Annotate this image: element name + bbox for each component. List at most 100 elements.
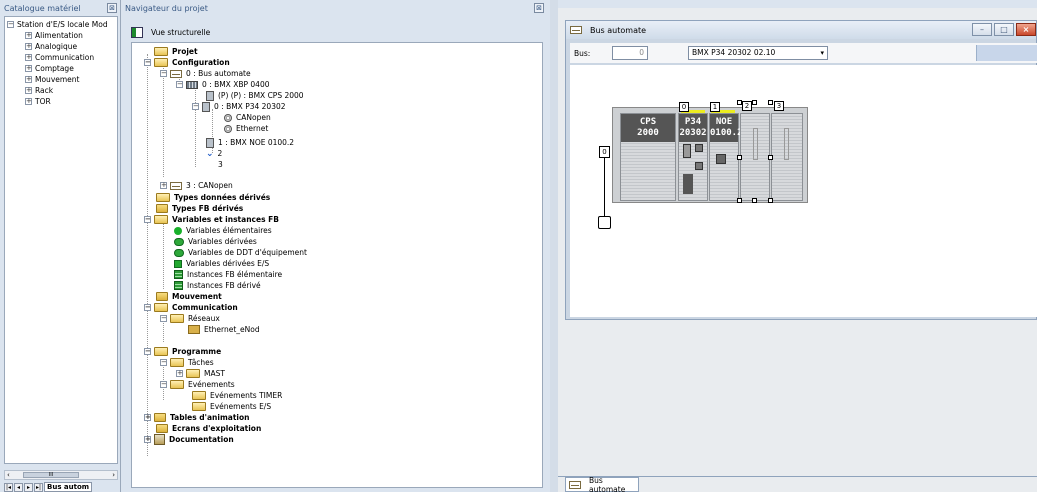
minimize-icon[interactable]: – [972,23,992,36]
catalogue-item[interactable]: + Alimentation [25,30,83,41]
tree-node-canopen-bus[interactable]: +3 : CANopen [160,180,233,191]
tree-node-noe[interactable]: 1 : BMX NOE 0100.2 [206,137,294,148]
expand-icon[interactable]: + [176,370,183,377]
collapse-icon[interactable]: − [192,103,199,110]
resize-handle[interactable] [737,100,742,105]
tree-node-ethernet-enod[interactable]: Ethernet_eNod [188,324,260,335]
tree-node-var-derivees[interactable]: Variables dérivées [174,236,257,247]
expand-icon[interactable]: + [25,32,32,39]
expand-icon[interactable]: + [25,43,32,50]
expand-icon[interactable]: + [25,76,32,83]
catalogue-item[interactable]: + Mouvement [25,74,79,85]
tree-node-projet[interactable]: Projet [154,46,198,57]
cpu-select[interactable]: BMX P34 20302 02.10 ▾ [688,46,828,60]
catalogue-root[interactable]: − Station d'E/S locale Mod [7,19,108,30]
collapse-icon[interactable]: − [144,216,151,223]
tree-node-types-fb[interactable]: Types FB dérivés [156,203,243,214]
rack-index-box[interactable]: 0 [599,146,610,158]
tree-node-evt-es[interactable]: Evénements E/S [192,401,271,412]
resize-handle[interactable] [752,100,757,105]
collapse-icon[interactable]: − [144,348,151,355]
scroll-left-icon[interactable]: ‹ [7,471,10,479]
rack-slot-2[interactable] [740,113,770,201]
rack-slot-0[interactable]: P34 20302 [678,113,708,201]
close-icon[interactable]: × [1016,23,1036,36]
tree-node-slot-2[interactable]: ⌄ 2 [206,148,222,159]
tree-node-evt-timer[interactable]: Evénements TIMER [192,390,282,401]
tree-node-inst-fb-elem[interactable]: Instances FB élémentaire [174,269,282,280]
rack-slot-3[interactable] [771,113,803,201]
tree-node-taches[interactable]: − Tâches [160,357,214,368]
resize-handle[interactable] [737,198,742,203]
tree-node-documentation[interactable]: + Documentation [144,434,234,445]
tree-node-rack[interactable]: − 0 : BMX XBP 0400 [176,79,269,90]
tree-node-mouvement[interactable]: Mouvement [156,291,222,302]
collapse-icon[interactable]: − [144,59,151,66]
resize-handle[interactable] [768,155,773,160]
catalogue-close-icon[interactable]: ⊠ [107,3,117,13]
tree-node-variables-fb[interactable]: − Variables et instances FB [144,214,279,225]
catalogue-item[interactable]: + Rack [25,85,53,96]
chevron-down-icon[interactable]: ▾ [820,47,824,59]
expand-icon[interactable]: + [25,54,32,61]
catalogue-item[interactable]: + TOR [25,96,51,107]
prev-tab-icon[interactable]: ◂ [14,482,23,492]
next-tab-icon[interactable]: ▸ [24,482,33,492]
collapse-icon[interactable]: − [160,315,167,322]
expand-icon[interactable]: + [144,436,151,443]
project-tree[interactable]: Projet − Configuration −0 : Bus automate … [131,42,543,488]
catalogue-item[interactable]: + Comptage [25,63,74,74]
tree-node-bus-automate[interactable]: − 0 : Bus automate [160,68,251,79]
tree-node-mast[interactable]: + MAST [176,368,225,379]
tree-node-tables-animation[interactable]: + Tables d'animation [144,412,249,423]
resize-handle[interactable] [737,155,742,160]
rack-slot-power[interactable]: CPS 2000 [620,113,676,201]
resize-handle[interactable] [768,198,773,203]
tree-node-var-elementaires[interactable]: Variables élémentaires [174,225,272,236]
tree-node-var-es[interactable]: Variables dérivées E/S [174,258,269,269]
tab-bus-automate-bottom[interactable]: Bus automate [565,476,639,492]
collapse-icon[interactable]: − [176,81,183,88]
tree-node-inst-fb-deriv[interactable]: Instances FB dérivé [174,280,261,291]
bus-number-field[interactable]: 0 [612,46,648,60]
tree-node-evenements[interactable]: − Evénements [160,379,235,390]
tree-node-ecrans[interactable]: Ecrans d'exploitation [156,423,261,434]
collapse-icon[interactable]: − [160,70,167,77]
resize-handle[interactable] [752,198,757,203]
first-tab-icon[interactable]: |◂ [4,482,13,492]
catalogue-item[interactable]: + Communication [25,52,94,63]
rack-slot-1[interactable]: NOE 0100.2 [709,113,743,201]
tree-node-var-ddt[interactable]: Variables de DDT d'équipement [174,247,307,258]
collapse-icon[interactable]: − [7,21,14,28]
scroll-thumb[interactable]: III [23,472,79,478]
bus-window-titlebar[interactable]: Bus automate – □ × [566,21,1036,39]
rack-canvas[interactable]: CPS 2000 0 P34 20302 1 NOE 0100.2 2 3 0 [570,65,1037,317]
maximize-icon[interactable]: □ [994,23,1014,36]
tree-node-programme[interactable]: − Programme [144,346,221,357]
collapse-icon[interactable]: − [160,359,167,366]
tree-node-reseaux[interactable]: − Réseaux [160,313,220,324]
expand-icon[interactable]: + [25,87,32,94]
tree-node-cpu[interactable]: − 0 : BMX P34 20302 [192,101,286,112]
structural-view-button[interactable]: Vue structurelle [131,24,210,40]
tab-bus-automate[interactable]: Bus autom [44,482,93,492]
tree-node-communication[interactable]: − Communication [144,302,238,313]
scroll-right-icon[interactable]: › [112,471,115,479]
tree-node-types-donnees[interactable]: Types données dérivés [156,192,270,203]
navigator-close-icon[interactable]: ⊠ [534,3,544,13]
resize-handle[interactable] [768,100,773,105]
tree-node-power-supply[interactable]: (P) (P) : BMX CPS 2000 [206,90,304,101]
collapse-icon[interactable]: − [160,381,167,388]
expand-icon[interactable]: + [25,98,32,105]
catalogue-hscrollbar[interactable]: ‹ III › [4,470,118,480]
catalogue-item[interactable]: + Analogique [25,41,77,52]
expand-icon[interactable]: + [25,65,32,72]
tree-node-slot-3[interactable]: 3 [218,159,223,170]
tree-node-ethernet-port[interactable]: Ethernet [224,123,268,134]
last-tab-icon[interactable]: ▸| [34,482,43,492]
collapse-icon[interactable]: − [144,304,151,311]
tree-node-configuration[interactable]: − Configuration [144,57,230,68]
bus-end-box[interactable] [598,216,611,229]
catalogue-tree[interactable]: − Station d'E/S locale Mod + Alimentation… [4,16,118,464]
tree-node-canopen-port[interactable]: CANopen [224,112,271,123]
